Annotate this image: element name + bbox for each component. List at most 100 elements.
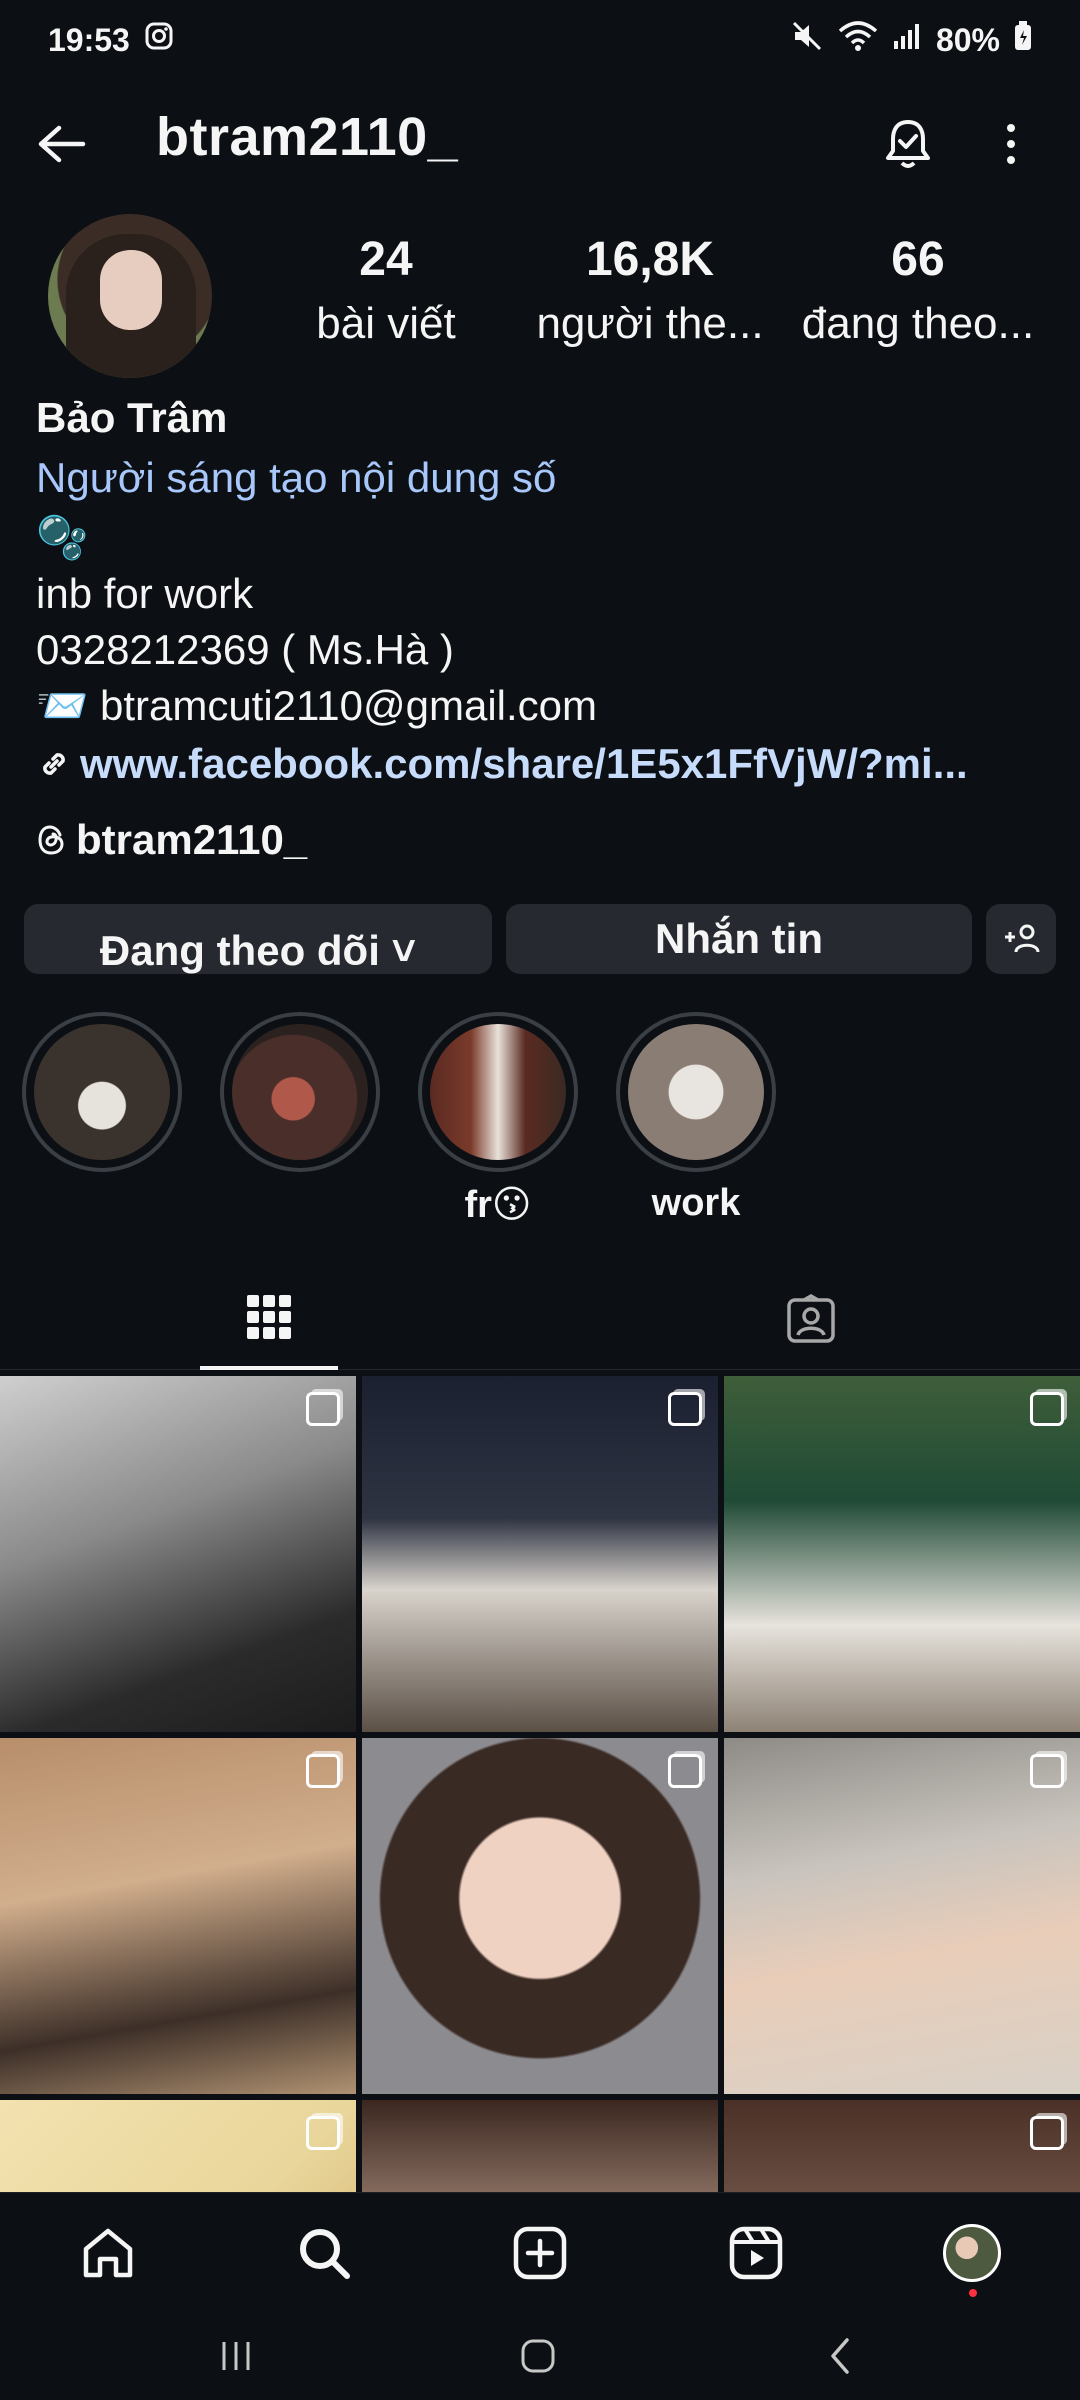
add-user-icon <box>1005 924 1040 953</box>
posts-count: 24 <box>359 233 413 286</box>
grid-icon <box>247 1295 291 1339</box>
post-thumbnail[interactable] <box>362 1738 718 2094</box>
highlight-label <box>220 1182 380 1232</box>
threads-icon <box>38 825 64 855</box>
battery-percent: 80% <box>935 21 1000 58</box>
posts-stat[interactable]: 24 bài viết <box>296 232 476 349</box>
status-bar: 19:53 80% <box>0 0 1080 80</box>
highlight-thumbnail <box>232 1024 368 1160</box>
following-stat[interactable]: 66 đang theo... <box>786 232 1050 349</box>
bio-emoji: 🫧 <box>36 514 89 561</box>
nav-home[interactable] <box>68 2213 148 2293</box>
highlight-item[interactable]: fr😗 <box>418 1012 578 1232</box>
system-navigation <box>0 2312 1080 2400</box>
carousel-icon <box>306 1754 340 1788</box>
tab-posts-grid[interactable] <box>200 1268 338 1370</box>
carousel-icon <box>1030 2116 1064 2150</box>
profile-username: btram2110_ <box>156 107 459 167</box>
tab-tagged[interactable] <box>742 1268 880 1370</box>
bio-line: 📨 btramcuti2110@gmail.com <box>36 682 598 729</box>
posts-grid <box>0 1376 1080 2192</box>
post-thumbnail[interactable] <box>0 1376 356 1732</box>
profile-actions: Đang theo dõi ˅ Nhắn tin <box>24 904 1056 974</box>
profile-bio: Bảo Trâm Người sáng tạo nội dung số 🫧 in… <box>36 390 1056 878</box>
recents-icon <box>222 2342 250 2370</box>
nav-profile[interactable] <box>932 2213 1012 2297</box>
bio-line: inb for work <box>36 570 254 617</box>
mute-icon <box>790 19 824 61</box>
highlight-ring <box>22 1012 182 1172</box>
more-vertical-icon <box>1007 124 1015 164</box>
profile-tabs <box>0 1268 1080 1370</box>
instagram-notification-icon <box>144 21 174 59</box>
reels-icon <box>729 2226 783 2280</box>
home-icon <box>83 2228 133 2278</box>
tagged-icon <box>787 1294 835 1343</box>
home-button[interactable] <box>508 2328 568 2384</box>
link-icon <box>43 753 65 775</box>
wifi-icon <box>838 19 878 61</box>
highlight-thumbnail <box>34 1024 170 1160</box>
post-thumbnail[interactable] <box>0 1738 356 2094</box>
highlight-thumbnail <box>430 1024 566 1160</box>
followers-label: người the... <box>536 299 764 348</box>
notification-dot <box>969 2289 977 2297</box>
recents-button[interactable] <box>206 2328 266 2384</box>
carousel-icon <box>306 1392 340 1426</box>
threads-handle: btram2110_ <box>76 816 308 863</box>
system-back-button[interactable] <box>810 2328 870 2384</box>
search-icon <box>300 2229 350 2279</box>
create-icon <box>513 2226 567 2280</box>
avatar-face <box>100 250 162 330</box>
arrow-left-icon <box>38 125 86 163</box>
highlight-label: fr😗 <box>464 1184 532 1226</box>
more-options-button[interactable] <box>984 112 1038 176</box>
signal-icon <box>892 21 922 59</box>
profile-nav-avatar <box>943 2224 1001 2282</box>
post-thumbnail[interactable] <box>724 1376 1080 1732</box>
following-label: đang theo... <box>801 299 1035 348</box>
post-thumbnail[interactable] <box>362 1376 718 1732</box>
post-thumbnail[interactable] <box>724 1738 1080 2094</box>
following-count: 66 <box>891 233 945 286</box>
profile-category[interactable]: Người sáng tạo nội dung số <box>36 450 1056 510</box>
suggest-user-button[interactable] <box>986 904 1056 974</box>
profile-avatar[interactable] <box>48 214 212 378</box>
profile-header: btram2110_ <box>0 96 1080 186</box>
following-button[interactable]: Đang theo dõi ˅ <box>24 904 492 974</box>
highlight-item[interactable]: work <box>616 1012 776 1232</box>
post-thumbnail[interactable] <box>724 2100 1080 2192</box>
profile-display-name: Bảo Trâm <box>36 394 228 441</box>
highlight-label: work <box>651 1182 741 1224</box>
bell-check-icon <box>886 120 930 168</box>
carousel-icon <box>306 2116 340 2150</box>
highlight-ring <box>418 1012 578 1172</box>
nav-reels[interactable] <box>716 2213 796 2293</box>
followers-stat[interactable]: 16,8K người the... <box>530 232 770 349</box>
threads-link[interactable]: btram2110_ <box>36 802 1056 878</box>
carousel-icon <box>1030 1754 1064 1788</box>
chevron-left-icon <box>831 2338 849 2374</box>
highlight-item[interactable] <box>22 1012 182 1232</box>
highlight-item[interactable] <box>220 1012 380 1232</box>
post-thumbnail[interactable] <box>0 2100 356 2192</box>
highlight-thumbnail <box>628 1024 764 1160</box>
home-circle-icon <box>521 2339 555 2373</box>
posts-label: bài viết <box>316 299 456 348</box>
following-button-label: Đang theo dõi ˅ <box>99 927 417 974</box>
carousel-icon <box>668 1392 702 1426</box>
post-thumbnail[interactable] <box>362 2100 718 2192</box>
bottom-navigation <box>0 2192 1080 2312</box>
back-button[interactable] <box>34 116 90 172</box>
highlight-ring <box>616 1012 776 1172</box>
nav-search[interactable] <box>284 2213 364 2293</box>
nav-create[interactable] <box>500 2213 580 2293</box>
bio-link[interactable]: www.facebook.com/share/1E5x1FfVjW/?mi... <box>36 734 1056 794</box>
followers-count: 16,8K <box>585 233 715 286</box>
status-time: 19:53 <box>48 21 130 58</box>
message-button[interactable]: Nhắn tin <box>506 904 972 974</box>
bio-line: 0328212369 ( Ms.Hà ) <box>36 626 454 673</box>
notifications-button[interactable] <box>876 112 940 176</box>
highlight-ring <box>220 1012 380 1172</box>
battery-icon <box>1014 21 1032 59</box>
